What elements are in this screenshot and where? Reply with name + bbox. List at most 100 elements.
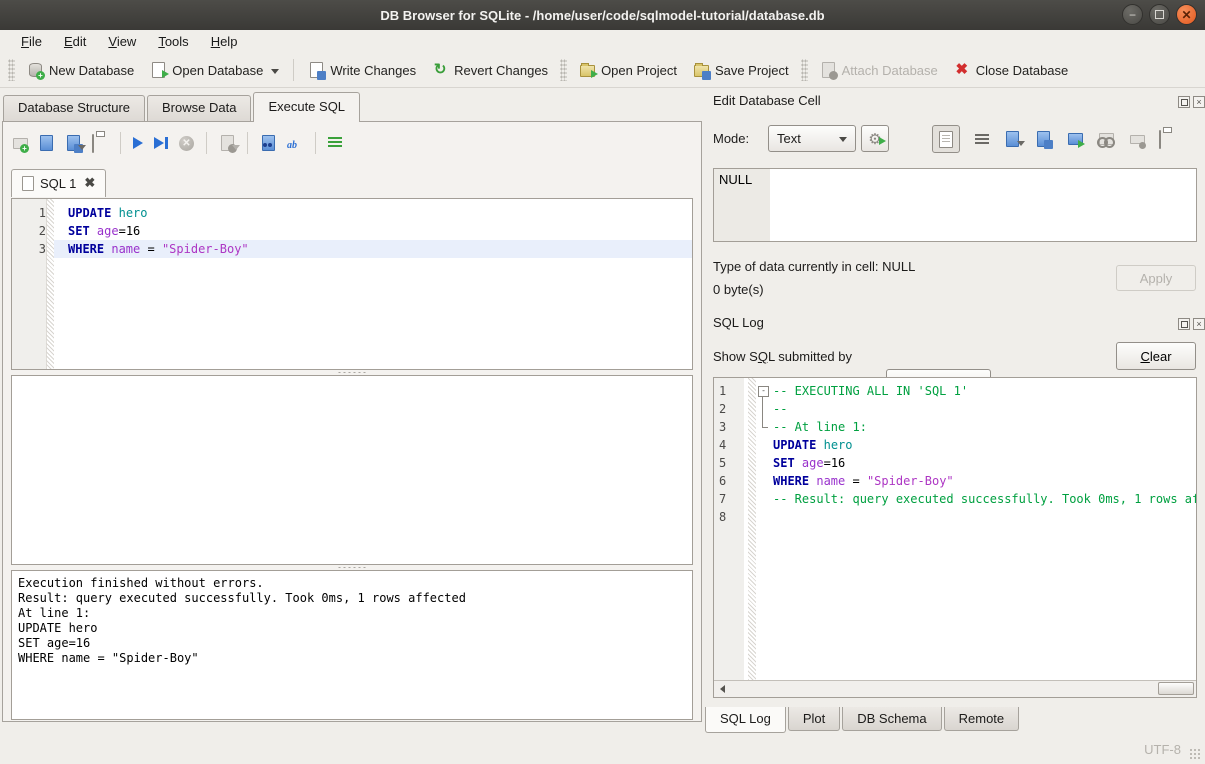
write-changes-button[interactable]: Write Changes <box>300 58 424 82</box>
float-dock-icon[interactable] <box>1178 96 1190 108</box>
sql-log-dock-title: SQL Log <box>713 315 764 330</box>
edit-cell-dock-title: Edit Database Cell <box>713 93 821 108</box>
write-changes-icon <box>308 62 324 78</box>
window-title: DB Browser for SQLite - /home/user/code/… <box>380 8 824 23</box>
attach-database-button[interactable]: Attach Database <box>812 58 946 82</box>
cell-type-label: Type of data currently in cell: NULL <box>713 259 915 274</box>
close-database-button[interactable]: ✖ Close Database <box>946 58 1077 82</box>
log-line: 3-- At line 1: <box>714 418 1196 436</box>
save-project-button[interactable]: Save Project <box>685 58 797 82</box>
float-dock-icon[interactable] <box>1178 318 1190 330</box>
show-sql-label: Show SQL submitted by <box>713 349 852 364</box>
dock-tab-bar: SQL Log Plot DB Schema Remote <box>705 707 1021 734</box>
sql-file-tab[interactable]: SQL 1 ✖ <box>11 169 106 197</box>
editor-line: 2SET age=16 <box>12 222 692 240</box>
log-line: 7-- Result: query executed successfully.… <box>714 490 1196 508</box>
close-dock-icon[interactable]: × <box>1193 96 1205 108</box>
maximize-icon[interactable] <box>1149 4 1170 25</box>
import-data-icon[interactable] <box>1004 131 1020 147</box>
open-database-dropdown-icon[interactable] <box>271 69 279 74</box>
close-tab-icon[interactable]: ✖ <box>84 175 95 191</box>
open-database-icon <box>150 62 166 78</box>
export-data-icon[interactable] <box>1035 131 1051 147</box>
sql-editor[interactable]: 1UPDATE hero 2SET age=16 3WHERE name = "… <box>11 198 693 370</box>
title-bar[interactable]: DB Browser for SQLite - /home/user/code/… <box>0 0 1205 31</box>
main-toolbar: + New Database Open Database Write Chang… <box>0 53 1205 88</box>
new-database-icon: + <box>27 62 43 78</box>
save-results-icon[interactable] <box>219 135 235 151</box>
dock-tab-remote[interactable]: Remote <box>944 707 1020 731</box>
scroll-left-icon[interactable] <box>714 681 730 696</box>
apply-button[interactable]: Apply <box>1116 265 1196 291</box>
menu-file[interactable]: File <box>10 32 53 51</box>
window-controls: − ✕ <box>1122 4 1197 25</box>
tab-execute-sql[interactable]: Execute SQL <box>253 92 360 122</box>
cell-editor[interactable]: NULL <box>713 168 1197 242</box>
toolbar-drag-handle[interactable] <box>801 59 808 81</box>
clear-button[interactable]: Clear <box>1116 342 1196 370</box>
new-database-button[interactable]: + New Database <box>19 58 142 82</box>
log-line: 8 <box>714 508 1196 526</box>
toolbar-drag-handle[interactable] <box>560 59 567 81</box>
log-line: 1--- EXECUTING ALL IN 'SQL 1' <box>714 382 1196 400</box>
format-sql-icon[interactable] <box>328 137 342 149</box>
close-dock-icon[interactable]: × <box>1193 318 1205 330</box>
dock-tab-db-schema[interactable]: DB Schema <box>842 707 941 731</box>
print-cell-icon[interactable] <box>1159 131 1175 147</box>
open-external-icon[interactable] <box>1066 131 1082 147</box>
sql-toolbar: + ✕ ab <box>11 129 342 157</box>
open-sql-file-icon[interactable] <box>38 135 54 151</box>
open-project-icon <box>579 62 595 78</box>
log-line: 5SET age=16 <box>714 454 1196 472</box>
text-mode-button[interactable] <box>932 125 960 153</box>
dock-tab-sql-log[interactable]: SQL Log <box>705 707 786 733</box>
open-database-button[interactable]: Open Database <box>142 58 287 82</box>
horizontal-scrollbar[interactable] <box>714 680 1196 697</box>
toolbar-drag-handle[interactable] <box>8 59 15 81</box>
minimize-icon[interactable]: − <box>1122 4 1143 25</box>
resize-grip[interactable] <box>1189 748 1201 760</box>
sql-file-tab-bar: SQL 1 ✖ <box>11 167 106 197</box>
encoding-indicator[interactable]: UTF-8 <box>1144 742 1181 757</box>
cell-value: NULL <box>719 172 752 187</box>
save-project-icon <box>693 62 709 78</box>
sql-document-icon <box>22 176 34 191</box>
scrollbar-thumb[interactable] <box>1158 682 1194 695</box>
save-sql-file-icon[interactable] <box>65 135 81 151</box>
revert-changes-button[interactable]: ↻ Revert Changes <box>424 58 556 82</box>
open-sql-tab-icon[interactable]: + <box>11 135 27 151</box>
menu-help[interactable]: Help <box>200 32 249 51</box>
open-project-button[interactable]: Open Project <box>571 58 685 82</box>
editor-line: 1UPDATE hero <box>12 204 692 222</box>
editor-line-current: 3WHERE name = "Spider-Boy" <box>12 240 692 258</box>
stop-icon[interactable]: ✕ <box>179 136 194 151</box>
find-icon[interactable] <box>260 135 276 151</box>
menu-tools[interactable]: Tools <box>147 32 199 51</box>
execute-all-icon[interactable] <box>133 137 143 149</box>
print-icon[interactable] <box>92 135 108 151</box>
results-pane[interactable] <box>11 375 693 565</box>
menu-view[interactable]: View <box>97 32 147 51</box>
log-line: 4UPDATE hero <box>714 436 1196 454</box>
sql-log-view[interactable]: 1--- EXECUTING ALL IN 'SQL 1' 2-- 3-- At… <box>713 377 1197 698</box>
attach-database-icon <box>820 62 836 78</box>
find-replace-icon[interactable]: ab <box>287 135 303 151</box>
mode-combobox[interactable]: Text <box>768 125 856 152</box>
revert-changes-icon: ↻ <box>432 62 448 78</box>
close-database-icon: ✖ <box>954 62 970 78</box>
tab-database-structure[interactable]: Database Structure <box>3 95 145 122</box>
set-null-icon[interactable] <box>1128 131 1144 147</box>
word-wrap-icon[interactable] <box>975 134 989 145</box>
message-pane[interactable]: Execution finished without errors. Resul… <box>11 570 693 720</box>
auto-switch-mode-button[interactable]: ⚙ <box>861 125 889 152</box>
tab-browse-data[interactable]: Browse Data <box>147 95 251 122</box>
set-link-icon[interactable] <box>1097 131 1113 147</box>
menu-edit[interactable]: Edit <box>53 32 97 51</box>
close-icon[interactable]: ✕ <box>1176 4 1197 25</box>
fold-collapse-icon[interactable]: - <box>745 382 771 400</box>
mode-label: Mode: <box>713 131 749 146</box>
log-line: 6WHERE name = "Spider-Boy" <box>714 472 1196 490</box>
dock-tab-plot[interactable]: Plot <box>788 707 840 731</box>
execute-current-line-icon[interactable] <box>154 137 168 149</box>
menu-bar: File Edit View Tools Help <box>0 30 1205 53</box>
